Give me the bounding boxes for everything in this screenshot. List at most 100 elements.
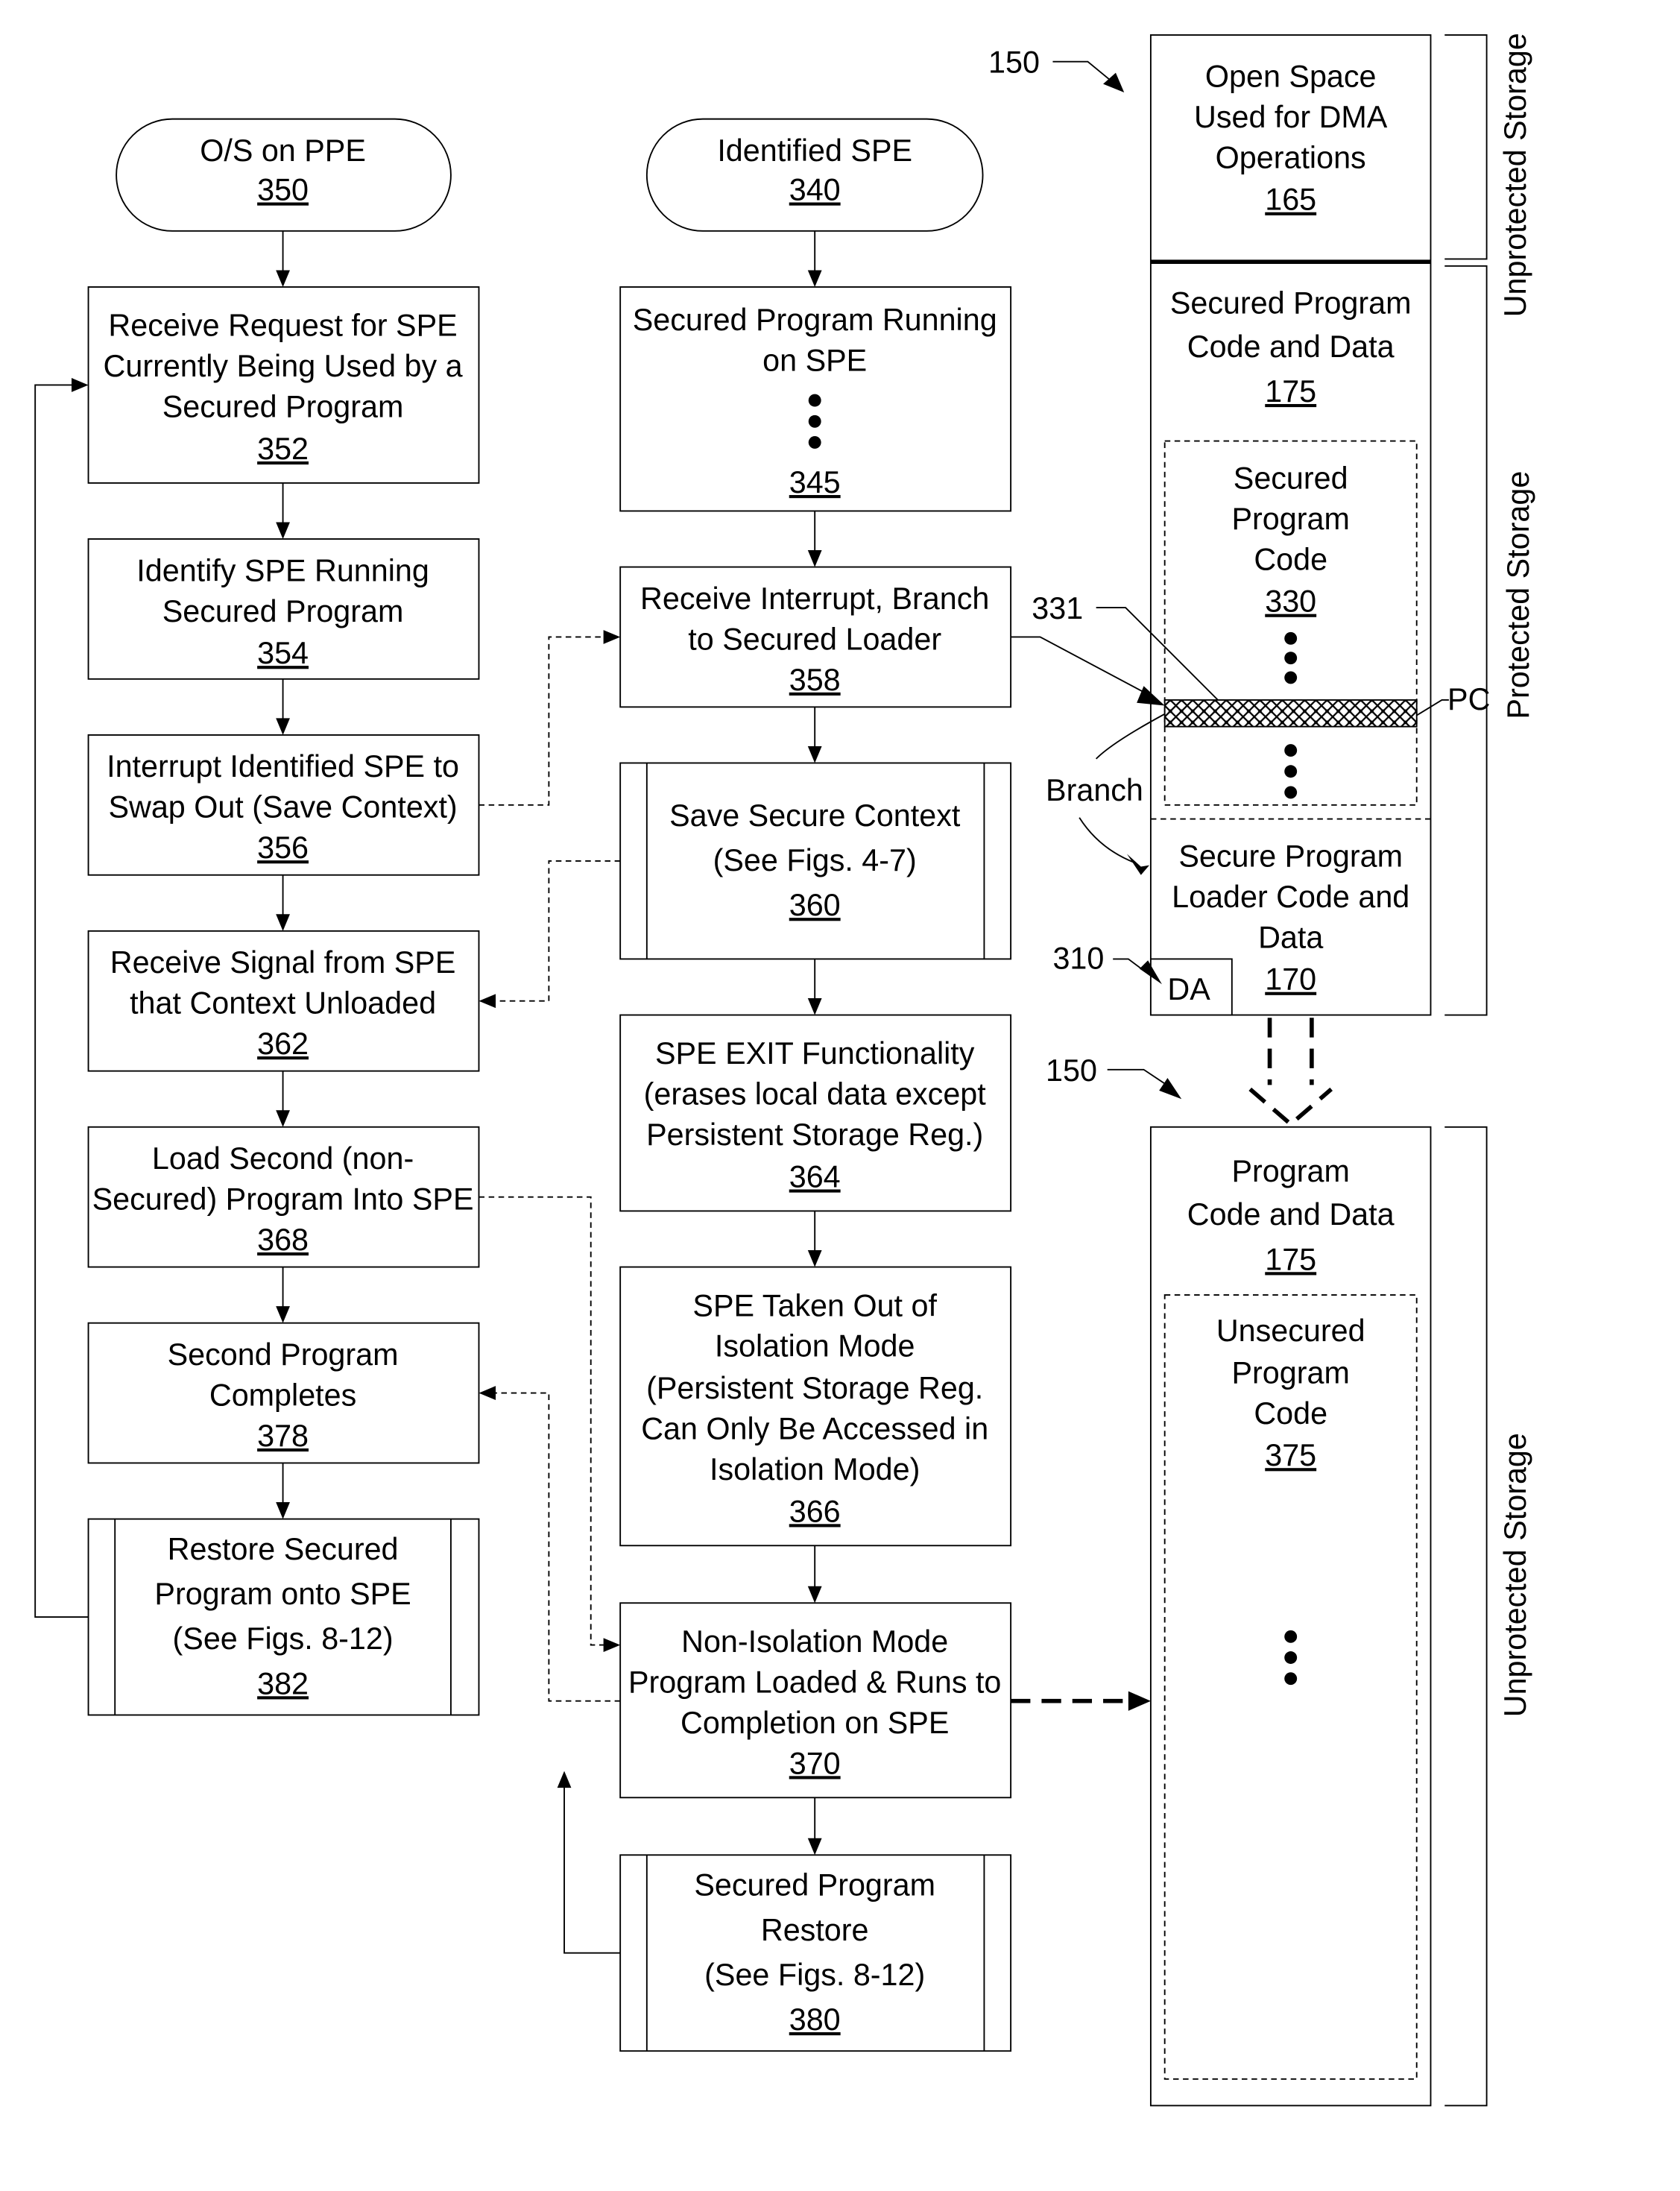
step-352-line2: Currently Being Used by a: [104, 349, 463, 383]
step-368[interactable]: Load Second (non- Secured) Program Into …: [87, 1126, 480, 1268]
step-358-line1: Receive Interrupt, Branch: [640, 581, 989, 616]
step-380-predefined-process[interactable]: Secured Program Restore (See Figs. 8-12)…: [619, 1854, 1012, 2052]
step-370-line3: Completion on SPE: [680, 1706, 949, 1740]
step-358-line2: to Secured Loader: [688, 622, 941, 656]
step-345-ref: 345: [789, 465, 841, 499]
step-366[interactable]: SPE Taken Out of Isolation Mode (Persist…: [619, 1266, 1012, 1547]
step-360-line2: (See Figs. 4-7): [713, 843, 917, 877]
step-354-line1: Identify SPE Running: [136, 553, 429, 587]
label-protected-storage: Protected Storage: [1501, 471, 1535, 719]
start-ref: 350: [257, 173, 309, 207]
program-data-line1: Program: [1232, 1154, 1350, 1188]
step-345[interactable]: Secured Program Running on SPE 345: [619, 286, 1012, 512]
step-358-ref: 358: [789, 663, 841, 697]
step-364-ref: 364: [789, 1160, 841, 1194]
step-352[interactable]: Receive Request for SPE Currently Being …: [87, 286, 480, 484]
step-380-ref: 380: [789, 2002, 841, 2037]
step-382-ref: 382: [257, 1666, 309, 1700]
step-356-ref: 356: [257, 830, 309, 865]
unsecured-code-ref: 375: [1265, 1438, 1316, 1472]
ref-310: 310: [1052, 942, 1104, 976]
step-380-line3: (See Figs. 8-12): [704, 1958, 925, 1992]
step-345-line1: Secured Program Running: [633, 303, 997, 337]
start-os-on-ppe[interactable]: O/S on PPE 350: [116, 118, 452, 232]
step-362[interactable]: Receive Signal from SPE that Context Unl…: [87, 930, 480, 1072]
loop-back-connector: [34, 384, 89, 1618]
bracket-unprotected-top: [1444, 34, 1488, 260]
step-352-line1: Receive Request for SPE: [108, 309, 457, 343]
middle-column: Identified SPE 340 Secured Program Runni…: [557, 118, 1012, 2052]
step-382-line3: (See Figs. 8-12): [173, 1621, 394, 1656]
program-data-ref: 175: [1265, 1242, 1316, 1276]
step-378-line1: Second Program: [168, 1337, 399, 1372]
secured-code-line1: Secured: [1234, 461, 1348, 495]
step-345-line2: on SPE: [762, 344, 867, 378]
step-370-line2: Program Loaded & Runs to: [628, 1665, 1001, 1699]
ellipsis-icon: [1284, 631, 1298, 684]
step-368-ref: 368: [257, 1223, 309, 1257]
step-362-ref: 362: [257, 1027, 309, 1061]
start-identified-spe[interactable]: Identified SPE 340: [645, 118, 984, 232]
step-366-ref: 366: [789, 1494, 841, 1528]
unsecured-code-line2: Program: [1232, 1355, 1350, 1390]
loader-ref: 170: [1265, 962, 1316, 997]
step-370-ref: 370: [789, 1746, 841, 1780]
secured-code-line2: Program: [1232, 502, 1350, 536]
step-366-line4: Can Only Be Accessed in: [641, 1412, 988, 1446]
step-382-predefined-process[interactable]: Restore Secured Program onto SPE (See Fi…: [87, 1518, 480, 1716]
step-364-line1: SPE EXIT Functionality: [655, 1036, 975, 1071]
unsecured-code-line3: Code: [1254, 1396, 1327, 1431]
label-unprotected-storage-bottom: Unprotected Storage: [1498, 1433, 1532, 1717]
program-data-line2: Code and Data: [1187, 1197, 1395, 1232]
unsecured-code-line1: Unsecured: [1216, 1314, 1365, 1348]
step-356-line2: Swap Out (Save Context): [108, 790, 457, 825]
secured-code-line3: Code: [1254, 542, 1327, 576]
loader-line2: Loader Code and: [1172, 880, 1409, 914]
step-352-line3: Secured Program: [162, 390, 404, 424]
loader-line1: Secure Program: [1178, 839, 1403, 873]
storage-bottom: 150 Program Code and Data 175 Unsecured …: [1046, 1053, 1532, 2107]
da-label: DA: [1167, 972, 1210, 1006]
step-378[interactable]: Second Program Completes 378: [87, 1322, 480, 1464]
open-space-line2: Used for DMA: [1194, 100, 1388, 134]
ellipsis-icon: [808, 394, 821, 449]
step-364-line3: Persistent Storage Reg.): [646, 1117, 983, 1152]
left-column: O/S on PPE 350 Receive Request for SPE C…: [34, 118, 480, 1716]
ellipsis-icon: [1284, 1630, 1298, 1686]
step-358[interactable]: Receive Interrupt, Branch to Secured Loa…: [619, 566, 1012, 708]
step-362-line1: Receive Signal from SPE: [110, 945, 456, 980]
label-unprotected-storage-top: Unprotected Storage: [1498, 33, 1532, 317]
step-366-line5: Isolation Mode): [710, 1452, 920, 1487]
step-354-line2: Secured Program: [162, 594, 404, 628]
step-380-line1: Secured Program: [694, 1868, 935, 1902]
step-370[interactable]: Non-Isolation Mode Program Loaded & Runs…: [619, 1602, 1012, 1799]
step-360-predefined-process[interactable]: Save Secure Context (See Figs. 4-7) 360: [619, 762, 1012, 960]
bracket-unprotected-bottom: [1444, 1126, 1488, 2107]
secured-data-ref: 175: [1265, 374, 1316, 409]
step-364[interactable]: SPE EXIT Functionality (erases local dat…: [619, 1014, 1012, 1212]
pc-label: PC: [1447, 682, 1490, 716]
step-382-line1: Restore Secured: [168, 1532, 399, 1566]
dma-transfer-arrow: [1248, 1018, 1333, 1127]
open-space-line3: Operations: [1216, 140, 1366, 174]
loader-line3: Data: [1258, 920, 1323, 954]
step-352-ref: 352: [257, 432, 309, 466]
start-label: O/S on PPE: [200, 133, 366, 168]
step-378-ref: 378: [257, 1419, 309, 1453]
da-box-310[interactable]: DA: [1149, 958, 1233, 1016]
step-368-line2: Secured) Program Into SPE: [92, 1182, 474, 1217]
step-354-ref: 354: [257, 636, 309, 670]
start-ref: 340: [789, 173, 841, 207]
open-space-ref: 165: [1265, 183, 1316, 217]
step-366-line1: SPE Taken Out of: [692, 1288, 937, 1323]
secured-code-ref: 330: [1265, 584, 1316, 619]
step-356[interactable]: Interrupt Identified SPE to Swap Out (Sa…: [87, 734, 480, 876]
step-368-line1: Load Second (non-: [152, 1141, 414, 1176]
step-370-line1: Non-Isolation Mode: [681, 1624, 948, 1659]
step-354[interactable]: Identify SPE Running Secured Program 354: [87, 538, 480, 680]
secured-data-line1: Secured Program: [1170, 286, 1412, 321]
restore-return-connector: [563, 1785, 621, 1954]
step-366-line2: Isolation Mode: [715, 1329, 915, 1364]
bracket-protected: [1444, 265, 1488, 1016]
secured-data-line2: Code and Data: [1187, 330, 1395, 364]
